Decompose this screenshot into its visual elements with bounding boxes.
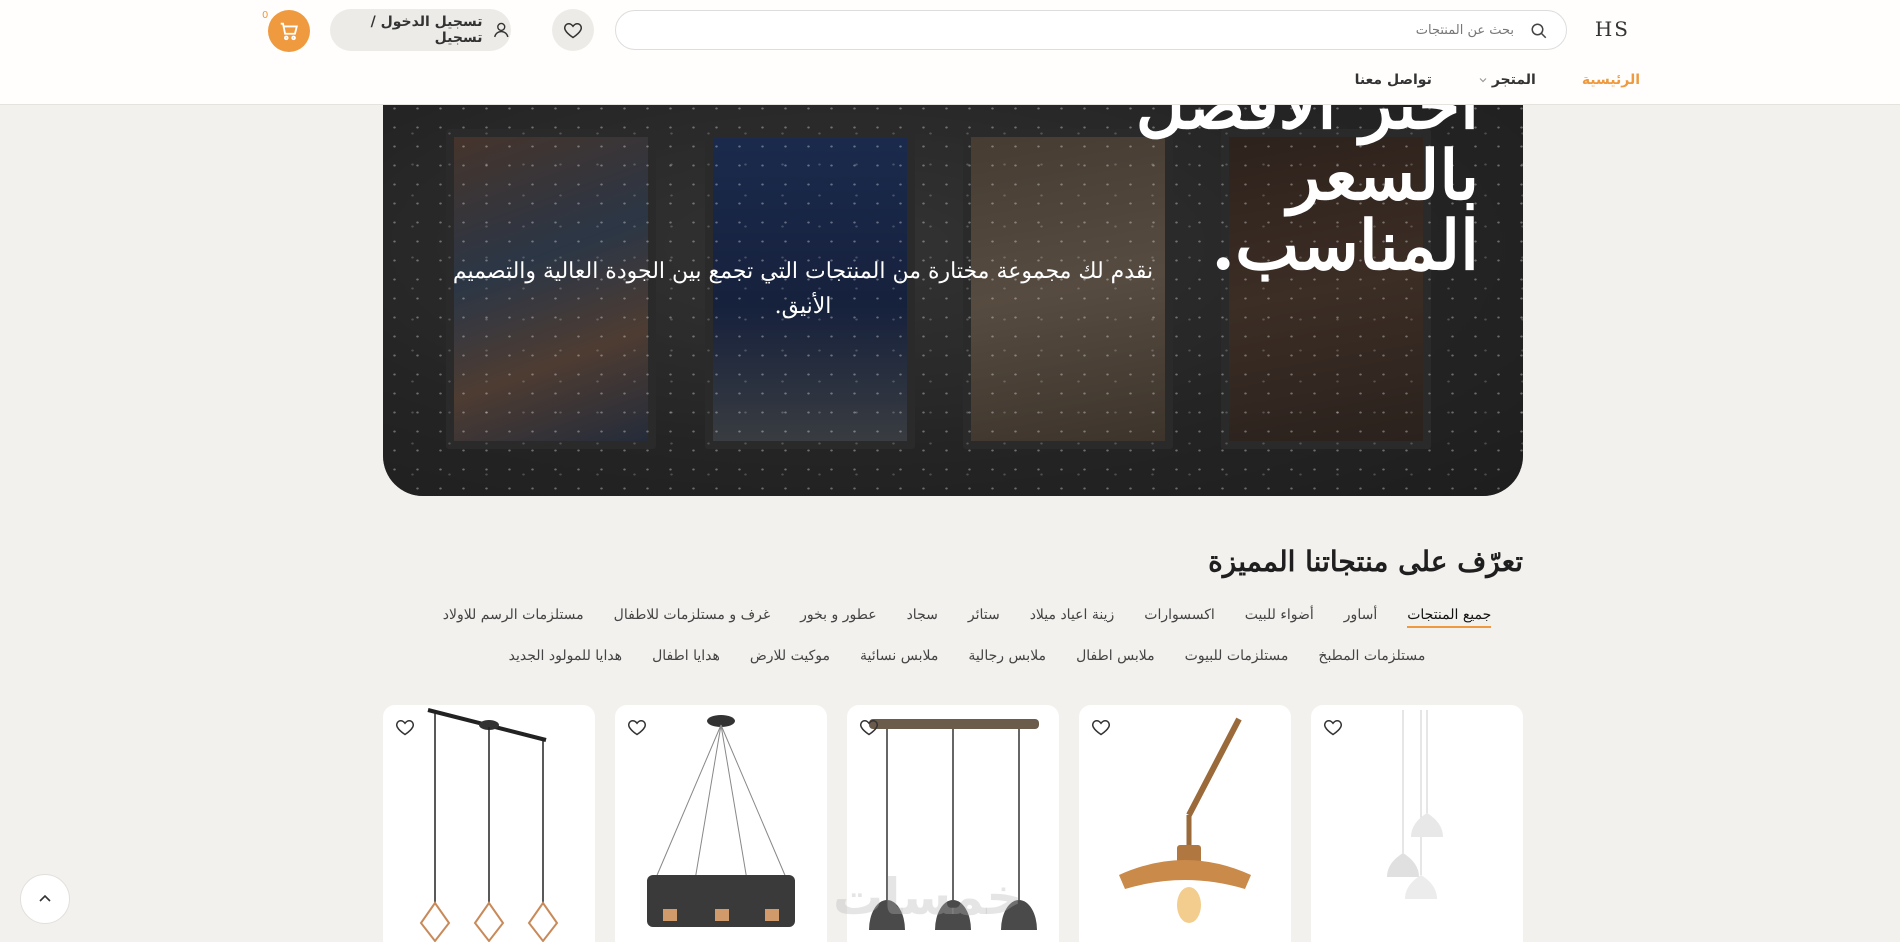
tab-newborn-gifts[interactable]: هدايا للمولود الجديد bbox=[509, 648, 622, 667]
search-bar bbox=[615, 10, 1567, 50]
user-icon bbox=[494, 22, 509, 38]
cart-button[interactable] bbox=[268, 10, 310, 52]
white-pendant-image bbox=[1387, 710, 1443, 899]
hero-banner: أختر الأفضل بالسعر المناسب. نقدم لك مجمو… bbox=[383, 80, 1523, 496]
nav-home[interactable]: الرئيسية bbox=[1582, 72, 1640, 88]
chandelier-image bbox=[647, 715, 795, 927]
scroll-top-button[interactable] bbox=[20, 874, 70, 924]
tab-birthday-decor[interactable]: زينة اعياد ميلاد bbox=[1030, 607, 1115, 628]
heart-icon[interactable] bbox=[1091, 717, 1111, 737]
vintage-lamp-image bbox=[1119, 717, 1251, 923]
heart-icon[interactable] bbox=[1323, 717, 1343, 737]
tab-womens-clothes[interactable]: ملابس نسائية bbox=[860, 648, 938, 667]
tab-all-products[interactable]: جميع المنتجات bbox=[1407, 607, 1492, 628]
pendant-lamp-image bbox=[419, 708, 559, 942]
login-button[interactable]: تسجيل الدخول / تسجيل bbox=[330, 9, 511, 51]
tab-home-supplies[interactable]: مستلزمات للبيوت bbox=[1185, 648, 1289, 667]
logo[interactable]: HS bbox=[1595, 16, 1630, 42]
tab-rugs[interactable]: سجاد bbox=[907, 607, 938, 628]
chevron-down-icon bbox=[1479, 78, 1487, 83]
hero-subtitle: نقدم لك مجموعة مختارة من المنتجات التي ت… bbox=[452, 259, 1154, 320]
section-title: تعرّف على منتجاتنا المميزة bbox=[1208, 545, 1523, 578]
hero-title: أختر الأفضل بالسعر المناسب. bbox=[1135, 80, 1479, 287]
tab-carpets[interactable]: موكيت للارض bbox=[750, 648, 830, 667]
main-nav: الرئيسية المتجر تواصل معنا bbox=[1355, 72, 1640, 88]
site-header: HS تسجيل الدخول / تسجيل 0 الرئيسية المتج… bbox=[0, 0, 1900, 105]
tab-kids-gifts[interactable]: هدايا اطفال bbox=[652, 648, 720, 667]
cart-icon bbox=[280, 22, 298, 41]
search-icon[interactable] bbox=[1530, 22, 1548, 40]
product-card[interactable] bbox=[383, 705, 595, 942]
tab-curtains[interactable]: ستائر bbox=[968, 607, 1000, 628]
login-label: تسجيل الدخول / تسجيل bbox=[370, 14, 483, 46]
product-card[interactable] bbox=[615, 705, 827, 942]
wishlist-button[interactable] bbox=[552, 9, 594, 51]
cart-count-badge: 0 bbox=[262, 10, 269, 21]
tab-mens-clothes[interactable]: ملابس رجالية bbox=[968, 648, 1046, 667]
watermark: خمسات bbox=[833, 868, 1023, 926]
tab-drawing-supplies[interactable]: مستلزمات الرسم للاولاد bbox=[443, 607, 584, 628]
tab-perfumes[interactable]: عطور و بخور bbox=[800, 607, 876, 628]
product-card[interactable] bbox=[1079, 705, 1291, 942]
heart-icon bbox=[564, 22, 582, 39]
chevron-up-icon bbox=[39, 894, 51, 902]
tab-kitchen[interactable]: مستلزمات المطبخ bbox=[1318, 648, 1425, 667]
category-tabs: جميع المنتجات أساور أضواء للبيت اكسسوارا… bbox=[420, 607, 1514, 667]
tab-bracelets[interactable]: أساور bbox=[1344, 607, 1377, 628]
tab-home-lights[interactable]: أضواء للبيت bbox=[1245, 607, 1314, 628]
search-input[interactable] bbox=[674, 19, 1514, 41]
nav-shop[interactable]: المتجر bbox=[1478, 72, 1536, 88]
product-card[interactable] bbox=[1311, 705, 1523, 942]
heart-icon[interactable] bbox=[859, 717, 879, 737]
tab-kids-clothes[interactable]: ملابس اطفال bbox=[1076, 648, 1155, 667]
tab-accessories[interactable]: اكسسوارات bbox=[1144, 607, 1215, 628]
heart-icon[interactable] bbox=[395, 717, 415, 737]
heart-icon[interactable] bbox=[627, 717, 647, 737]
tab-kids-rooms[interactable]: غرف و مستلزمات للاطفال bbox=[614, 607, 770, 628]
nav-contact[interactable]: تواصل معنا bbox=[1355, 72, 1432, 88]
